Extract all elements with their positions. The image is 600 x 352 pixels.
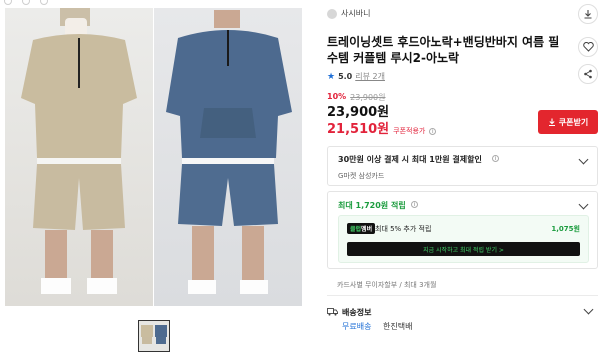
thumbnail-strip xyxy=(138,320,170,352)
star-icon: ★ xyxy=(327,71,336,82)
chevron-down-icon[interactable] xyxy=(578,199,589,210)
coupon-price: 21,510원 xyxy=(327,122,390,137)
shipping-fee: 무료배송 xyxy=(342,322,372,331)
top-clipped-controls xyxy=(0,0,300,6)
seller-name[interactable]: 사시바니 xyxy=(341,8,370,19)
card-discount-box[interactable]: 30만원 이상 결제 시 최대 1만원 결제할인 i G마켓 삼성카드 xyxy=(327,146,598,186)
coupon-button-label: 쿠폰받기 xyxy=(558,117,589,127)
download-icon xyxy=(584,10,592,19)
card-discount-subtitle: G마켓 삼성카드 xyxy=(338,172,385,180)
info-icon[interactable]: i xyxy=(429,128,437,135)
clipped-next-section xyxy=(327,345,598,352)
coupon-download-button[interactable]: 쿠폰받기 xyxy=(538,110,598,134)
seller-info[interactable]: 사시바니 xyxy=(327,8,370,19)
reward-title: 최대 1,720원 적립 xyxy=(338,201,406,210)
membership-promo: 클럽멤버 최대 5% 추가 적립 1,075원 지금 시작하고 최대 적립 받기… xyxy=(338,215,589,263)
rating-row: ★ 5.0 리뷰 2개 xyxy=(327,71,385,82)
share-icon xyxy=(584,69,592,79)
download-icon xyxy=(548,118,555,126)
info-icon[interactable]: i xyxy=(411,201,418,208)
product-main-image[interactable] xyxy=(5,8,302,306)
info-icon[interactable]: i xyxy=(492,155,499,162)
heart-icon xyxy=(582,42,594,52)
shipping-carrier: 한진택배 xyxy=(383,322,413,331)
product-title: 트레이닝셋트 후드아노락+밴딩반바지 여름 필수템 커플템 루시2-아노락 xyxy=(327,35,560,65)
membership-badge: 클럽멤버 xyxy=(347,223,376,234)
card-discount-title: 30만원 이상 결제 시 최대 1만원 결제할인 xyxy=(338,155,482,164)
beige-outfit-photo xyxy=(5,8,153,306)
share-button[interactable] xyxy=(578,64,598,84)
wishlist-button[interactable] xyxy=(578,37,598,57)
chevron-down-icon[interactable] xyxy=(578,154,589,165)
coupon-price-label: 쿠폰적용가 xyxy=(393,127,426,135)
coupon-price-row: 21,510원 쿠폰적용가 i xyxy=(327,118,437,137)
shipping-label: 배송정보 xyxy=(342,308,372,317)
reward-box: 최대 1,720원 적립 i 클럽멤버 최대 5% 추가 적립 1,075원 지… xyxy=(327,191,598,269)
thumbnail-1[interactable] xyxy=(138,320,170,352)
chevron-down-icon[interactable] xyxy=(583,304,594,315)
review-count-link[interactable]: 리뷰 2개 xyxy=(355,71,385,82)
download-button[interactable] xyxy=(578,4,598,24)
rating-score: 5.0 xyxy=(338,72,353,81)
truck-icon xyxy=(327,308,338,316)
section-divider xyxy=(327,295,598,296)
membership-cta-button[interactable]: 지금 시작하고 최대 적립 받기 > xyxy=(347,242,580,256)
seller-logo-icon xyxy=(327,8,337,19)
installment-info: 카드사별 무이자할부 / 최대 3개월 xyxy=(337,281,437,289)
navy-outfit-photo xyxy=(154,8,302,306)
promo-text: 최대 5% 추가 적립 xyxy=(375,225,432,233)
promo-amount: 1,075원 xyxy=(551,225,580,233)
